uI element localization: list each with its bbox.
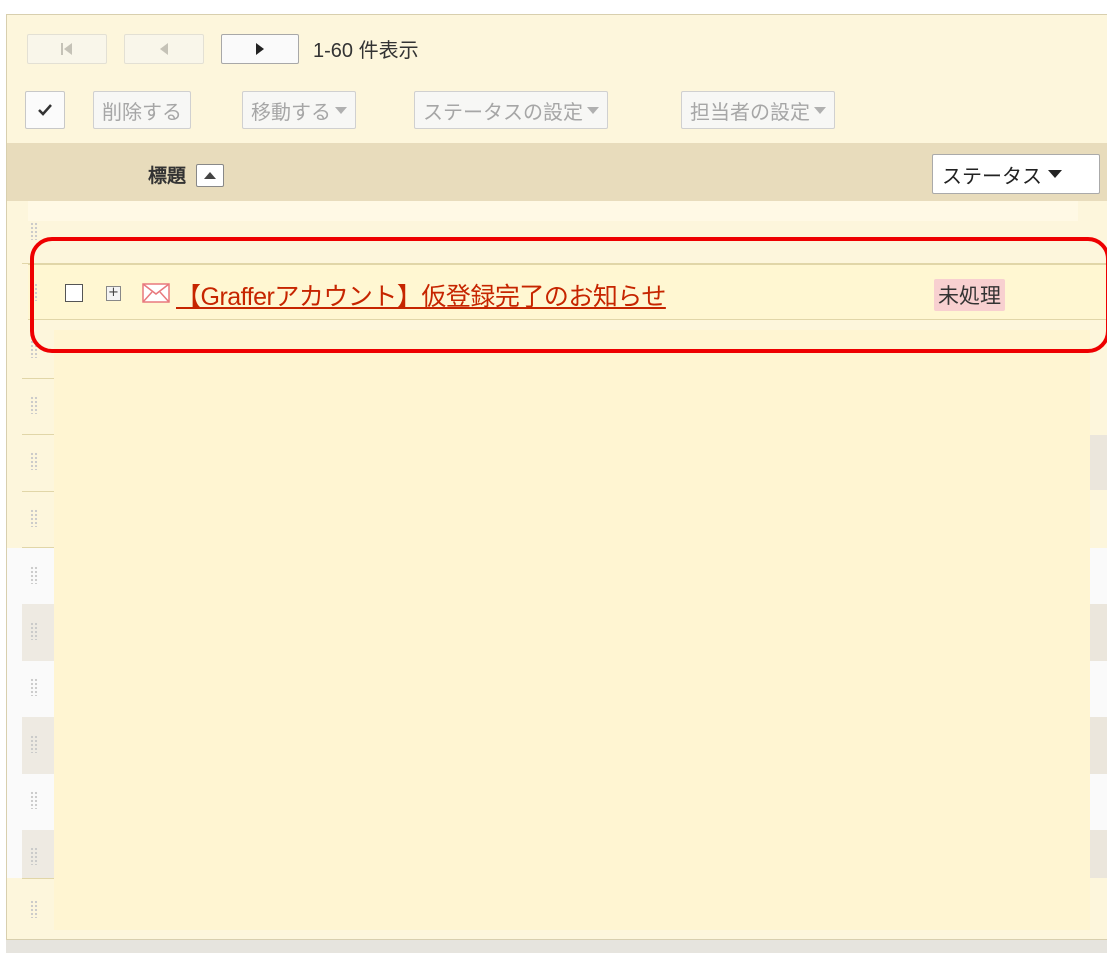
drag-handle-icon[interactable] [30, 452, 38, 470]
sort-ascending-button[interactable] [196, 164, 224, 187]
scroll-stripe [1090, 661, 1107, 717]
chevron-down-icon [587, 106, 599, 114]
status-filter-label: ステータス [942, 163, 1042, 188]
subject-column-header[interactable]: 標題 [148, 161, 186, 188]
row-gutter [7, 548, 54, 878]
chevron-down-icon [335, 106, 347, 114]
move-button-label: 移動する [251, 99, 331, 124]
page-range-text: 1-60 件表示 [313, 40, 419, 62]
chevron-down-icon [1048, 170, 1062, 178]
drag-handle-icon[interactable] [30, 396, 38, 414]
drag-handle-icon[interactable] [30, 735, 38, 753]
first-page-button[interactable] [27, 34, 107, 64]
row-gutter-stripe [22, 830, 54, 878]
drag-handle-icon[interactable] [30, 900, 38, 918]
previous-page-icon [160, 43, 168, 55]
next-page-button[interactable] [221, 34, 299, 64]
scroll-stripe [1090, 548, 1107, 604]
drag-handle-icon[interactable] [30, 622, 38, 640]
list-body [54, 330, 1090, 930]
previous-page-button[interactable] [124, 34, 204, 64]
list-spacer [28, 201, 1078, 221]
scroll-stripe [1090, 774, 1107, 830]
drag-handle-icon[interactable] [30, 847, 38, 865]
scroll-stripe [1090, 830, 1107, 878]
highlight-annotation [30, 237, 1107, 353]
chevron-down-icon [814, 106, 826, 114]
scroll-stripe [1090, 435, 1107, 490]
drag-handle-icon[interactable] [30, 791, 38, 809]
row-gutter-stripe [22, 604, 54, 661]
delete-button[interactable]: 削除する [93, 91, 191, 129]
select-all-button[interactable] [25, 91, 65, 129]
drag-handle-icon[interactable] [30, 678, 38, 696]
sort-ascending-icon [204, 172, 216, 179]
drag-handle-icon[interactable] [30, 222, 38, 240]
drag-handle-icon[interactable] [30, 566, 38, 584]
assignee-setting-label: 担当者の設定 [690, 99, 810, 124]
move-button[interactable]: 移動する [242, 91, 356, 129]
scroll-stripe [1090, 717, 1107, 774]
drag-handle-icon[interactable] [30, 509, 38, 527]
row-gutter-stripe [22, 717, 54, 774]
status-filter-dropdown[interactable]: ステータス [932, 154, 1100, 194]
status-setting-button[interactable]: ステータスの設定 [414, 91, 608, 129]
status-setting-label: ステータスの設定 [423, 99, 583, 124]
next-page-icon [256, 43, 264, 55]
scroll-stripe [1090, 604, 1107, 661]
assignee-setting-button[interactable]: 担当者の設定 [681, 91, 835, 129]
first-page-icon [61, 43, 72, 55]
panel-footer [6, 940, 1107, 953]
delete-button-label: 削除する [102, 99, 182, 124]
check-icon [38, 104, 52, 116]
